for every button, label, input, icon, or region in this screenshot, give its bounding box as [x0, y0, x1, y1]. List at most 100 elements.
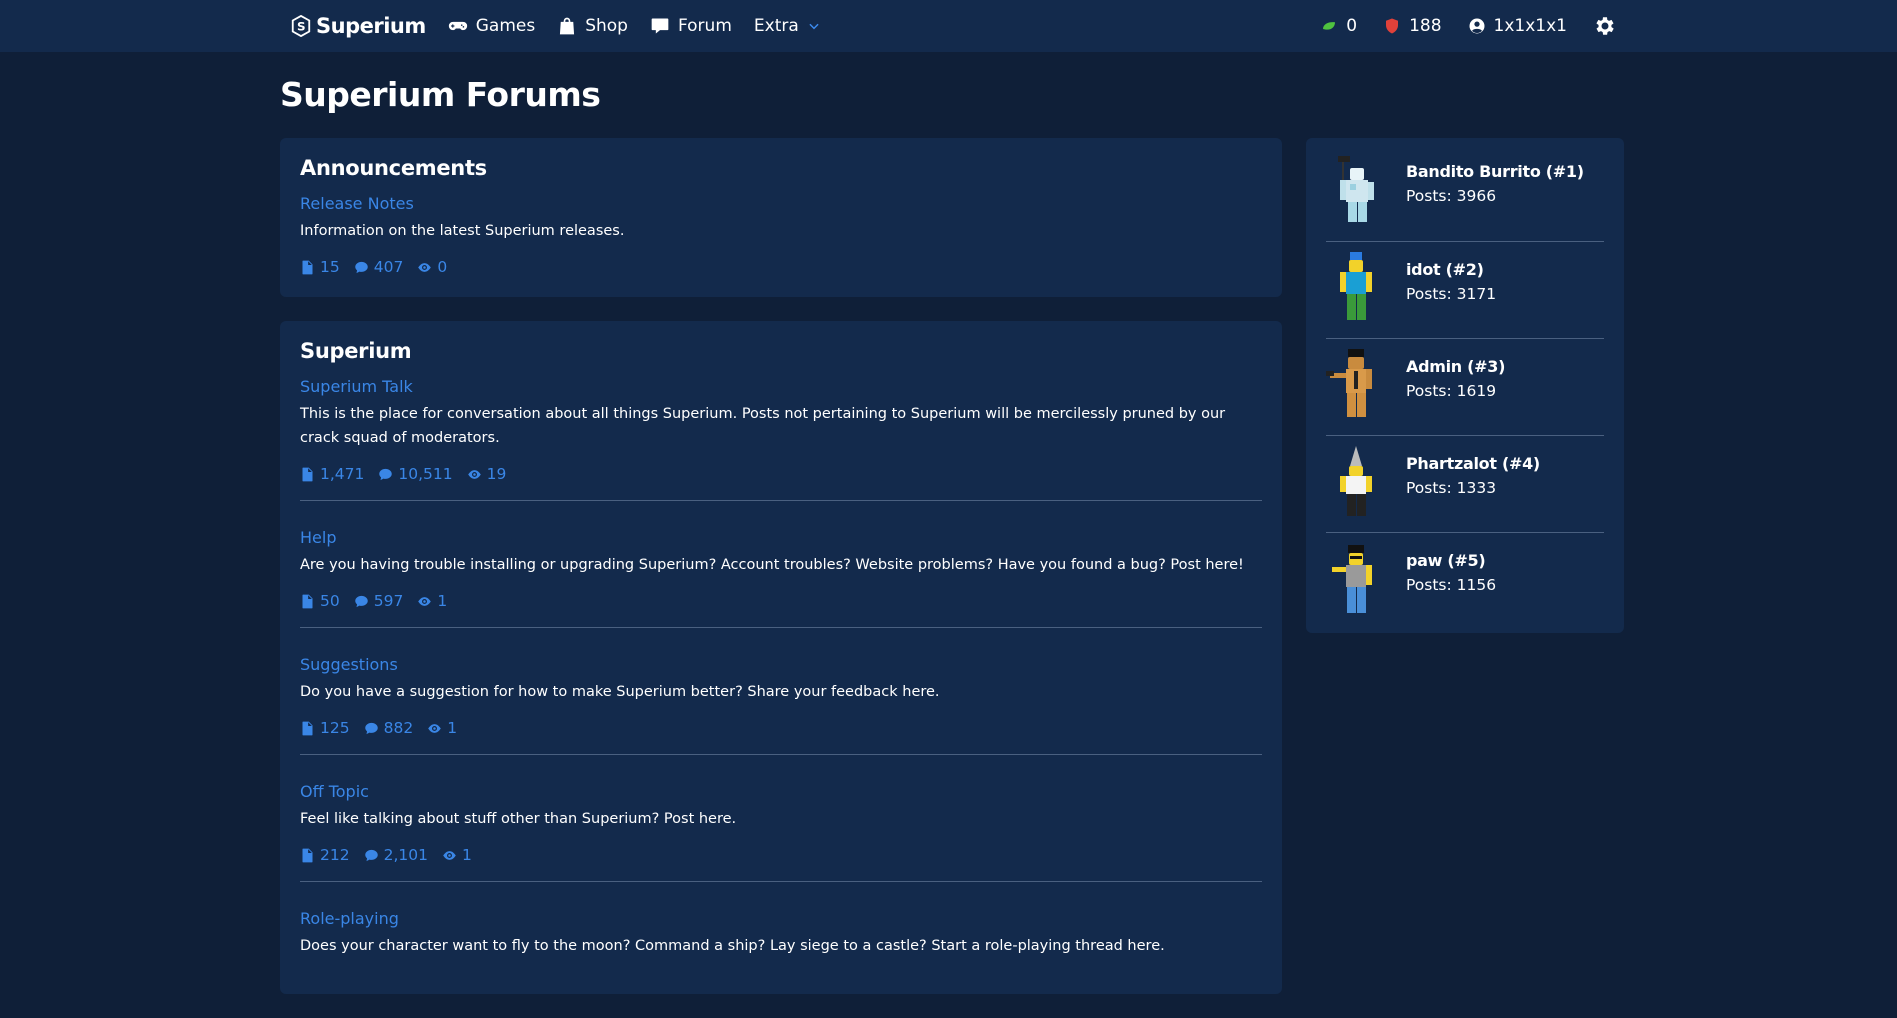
avatar: [1338, 156, 1374, 222]
page-title: Superium Forums: [280, 75, 601, 114]
forum-description: This is the place for conversation about…: [300, 406, 1226, 446]
red-currency-count: 188: [1409, 16, 1442, 36]
thread-count: 212: [300, 846, 350, 864]
forum-stats: 1,471 10,511 19: [300, 465, 1262, 483]
nav-extra-label: Extra: [753, 16, 799, 36]
top-poster-name: idot (#2): [1406, 260, 1484, 279]
top-poster-posts: Posts: 1156: [1406, 576, 1497, 594]
avatar: [1340, 446, 1372, 516]
avatar: [1332, 545, 1372, 613]
thread-count-value: 1,471: [320, 465, 365, 483]
user-circle-icon: [1469, 18, 1485, 34]
forum-description: Are you having trouble installing or upg…: [300, 557, 1244, 573]
viewer-count: 0: [417, 258, 447, 276]
shopping-bag-icon: [560, 17, 575, 35]
brand-logo[interactable]: S Superium: [290, 14, 426, 38]
comment-icon: [364, 849, 378, 861]
forum-categories: Announcements Release Notes Information …: [280, 138, 1282, 1018]
superium-logo-icon: S: [291, 15, 311, 37]
post-count: 882: [364, 719, 413, 737]
forum-item: Role-playing Does your character want to…: [300, 881, 1262, 990]
nav-forum[interactable]: Forum: [650, 16, 732, 36]
forum-description: Feel like talking about stuff other than…: [300, 811, 737, 827]
top-poster[interactable]: paw (#5) Posts: 1156: [1326, 532, 1604, 629]
shield-icon: [1386, 18, 1399, 34]
forum-link[interactable]: Suggestions: [300, 655, 1262, 674]
green-currency[interactable]: 0: [1320, 16, 1357, 36]
post-count: 2,101: [364, 846, 428, 864]
forum-item: Superium Talk This is the place for conv…: [300, 377, 1262, 500]
thread-count-value: 125: [320, 719, 350, 737]
forum-link[interactable]: Release Notes: [300, 194, 1262, 213]
comment-icon: [364, 722, 378, 734]
thread-count: 50: [300, 592, 340, 610]
thread-count: 1,471: [300, 465, 364, 483]
thread-count: 125: [300, 719, 350, 737]
viewer-count: 1: [427, 719, 457, 737]
forum-stats: 212 2,101 1: [300, 846, 1262, 864]
green-currency-count: 0: [1346, 16, 1358, 36]
top-posters-panel: Bandito Burrito (#1) Posts: 3966 idot (#…: [1306, 138, 1624, 633]
comment-icon: [651, 18, 669, 34]
nav-games[interactable]: Games: [448, 16, 535, 36]
forum-description: Information on the latest Superium relea…: [300, 223, 625, 239]
nav-shop[interactable]: Shop: [557, 16, 628, 36]
forum-stats: 50 597 1: [300, 592, 1262, 610]
top-poster-name: paw (#5): [1406, 551, 1486, 570]
top-poster-name: Admin (#3): [1406, 357, 1506, 376]
top-poster-info: paw (#5) Posts: 1156: [1406, 543, 1496, 594]
thread-count-value: 15: [320, 258, 340, 276]
red-currency[interactable]: 188: [1383, 16, 1442, 36]
top-poster-posts: Posts: 3966: [1406, 187, 1497, 205]
forum-item: Release Notes Information on the latest …: [300, 194, 1262, 293]
settings-button[interactable]: [1593, 14, 1617, 38]
eye-icon: [428, 723, 441, 733]
nav-games-label: Games: [475, 16, 536, 36]
gamepad-icon: [448, 21, 467, 31]
user-menu[interactable]: 1x1x1x1: [1468, 16, 1567, 36]
top-poster[interactable]: Admin (#3) Posts: 1619: [1326, 338, 1604, 435]
post-count-value: 407: [373, 258, 404, 276]
eye-icon: [418, 262, 432, 272]
svg-text:S: S: [297, 20, 305, 34]
viewer-count-value: 1: [461, 846, 472, 864]
viewer-count: 19: [467, 465, 507, 483]
viewer-count: 1: [417, 592, 447, 610]
avatar: [1326, 349, 1372, 417]
top-poster[interactable]: Bandito Burrito (#1) Posts: 3966: [1326, 144, 1604, 241]
post-count-value: 2,101: [383, 846, 428, 864]
comment-icon: [379, 468, 393, 480]
viewer-count: 1: [442, 846, 472, 864]
nav-extra-dropdown[interactable]: Extra: [754, 16, 821, 36]
comment-icon: [354, 261, 368, 273]
post-count-value: 597: [373, 592, 404, 610]
forum-link[interactable]: Superium Talk: [300, 377, 1262, 396]
brand-name: Superium: [316, 14, 426, 38]
comment-icon: [354, 595, 368, 607]
forum-link[interactable]: Off Topic: [300, 782, 1262, 801]
top-poster-info: Phartzalot (#4) Posts: 1333: [1406, 446, 1540, 497]
file-icon: [302, 467, 313, 481]
top-poster-info: idot (#2) Posts: 3171: [1406, 252, 1496, 303]
forum-link[interactable]: Help: [300, 528, 1262, 547]
category-card: Superium Superium Talk This is the place…: [280, 321, 1282, 994]
eye-icon: [418, 596, 432, 606]
top-poster-info: Admin (#3) Posts: 1619: [1406, 349, 1505, 400]
post-count-value: 10,511: [398, 465, 453, 483]
thread-count: 15: [300, 258, 340, 276]
viewer-count-value: 0: [437, 258, 448, 276]
top-poster-posts: Posts: 1619: [1406, 382, 1497, 400]
viewer-count-value: 19: [486, 465, 507, 483]
post-count: 407: [354, 258, 404, 276]
top-poster[interactable]: idot (#2) Posts: 3171: [1326, 241, 1604, 338]
top-poster[interactable]: Phartzalot (#4) Posts: 1333: [1326, 435, 1604, 532]
file-icon: [302, 721, 313, 735]
file-icon: [302, 260, 313, 274]
top-poster-posts: Posts: 1333: [1406, 479, 1497, 497]
top-poster-posts: Posts: 3171: [1406, 285, 1497, 303]
eye-icon: [467, 469, 481, 479]
chevron-down-icon: [809, 23, 819, 30]
category-title: Superium: [300, 339, 412, 363]
forum-link[interactable]: Role-playing: [300, 909, 1262, 928]
category-card: Announcements Release Notes Information …: [280, 138, 1282, 297]
